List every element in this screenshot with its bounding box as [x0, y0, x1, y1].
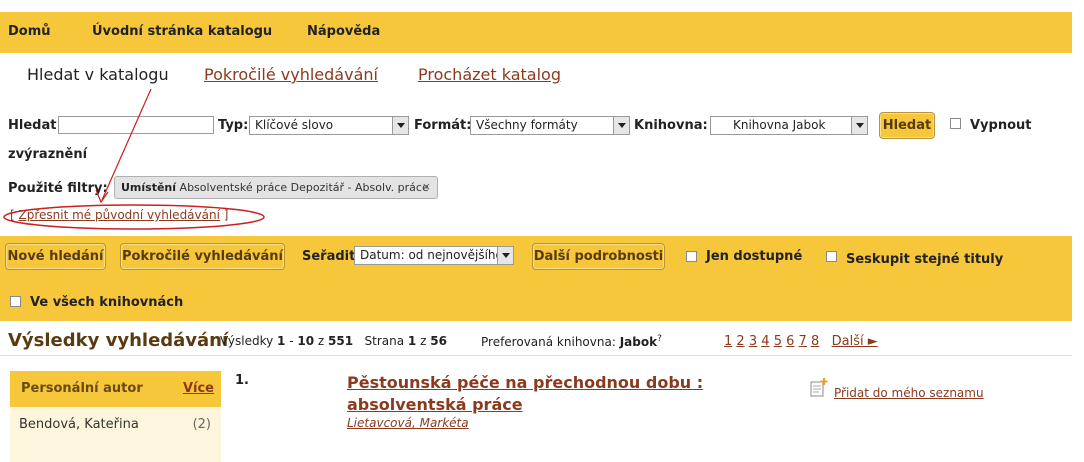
- facet-title: Personální autor: [21, 381, 143, 396]
- only-available-checkbox[interactable]: [686, 251, 697, 262]
- results-to: 10: [297, 334, 315, 348]
- record-number: 1.: [235, 373, 249, 388]
- results-total: 551: [328, 334, 354, 348]
- results-separator: [0, 355, 1072, 356]
- preferred-library: Preferovaná knihovna: Jabok?: [481, 334, 662, 349]
- record-title-line2[interactable]: absolventská práce: [347, 395, 523, 414]
- add-to-list-link[interactable]: Přidat do mého seznamu: [834, 386, 984, 400]
- sort-label: Seřadit: [302, 249, 356, 264]
- all-libraries-label: Ve všech knihovnách: [30, 295, 184, 310]
- facet-item-name[interactable]: Bendová, Kateřina: [19, 417, 139, 432]
- annotation-arrow-line: [101, 88, 152, 201]
- page-link-7[interactable]: 7: [799, 334, 807, 349]
- more-details-button[interactable]: Další podrobnosti: [532, 243, 665, 270]
- page-total: 56: [430, 334, 447, 348]
- help-icon[interactable]: ?: [657, 334, 662, 344]
- facet-item-count: (2): [192, 417, 211, 432]
- page-link-8[interactable]: 8: [811, 334, 819, 349]
- record-title-line1[interactable]: Pěstounská péče na přechodnou dobu :: [347, 373, 703, 392]
- results-of: z: [314, 334, 328, 348]
- new-search-button[interactable]: Nové hledání: [5, 243, 106, 270]
- chevron-down-icon: [497, 247, 513, 264]
- group-titles-label: Seskupit stejné tituly: [846, 252, 1004, 267]
- results-label: Výsledky: [220, 334, 274, 348]
- annotation-ellipse: [3, 204, 265, 230]
- results-heading: Výsledky vyhledávání: [8, 330, 229, 351]
- preferred-library-value: Jabok: [619, 335, 658, 349]
- facet-more-link[interactable]: Více: [183, 381, 214, 396]
- page-link-2[interactable]: 2: [736, 334, 744, 349]
- next-page-link[interactable]: Další ►: [832, 334, 878, 349]
- results-dash: -: [285, 334, 298, 348]
- group-titles-checkbox[interactable]: [826, 251, 837, 262]
- results-summary: Výsledky 1 - 10 z 551 Strana 1 z 56: [220, 334, 447, 348]
- add-to-list-icon: [810, 378, 828, 397]
- facet-list: Bendová, Kateřina (2): [10, 407, 221, 462]
- record-author-link[interactable]: Lietavcová, Markéta: [347, 416, 469, 430]
- sort-select-value: Datum: od nejnovějšího: [360, 248, 503, 262]
- only-available-label: Jen dostupné: [706, 249, 803, 264]
- page-link-6[interactable]: 6: [786, 334, 794, 349]
- page-label: Strana: [364, 334, 405, 348]
- advanced-search-button[interactable]: Pokročilé vyhledávání: [120, 243, 285, 270]
- page-link-5[interactable]: 5: [774, 334, 782, 349]
- all-libraries-checkbox[interactable]: [10, 296, 21, 307]
- sort-select[interactable]: Datum: od nejnovějšího: [354, 246, 514, 265]
- page-of: z: [416, 334, 431, 348]
- page-link-1[interactable]: 1: [724, 334, 732, 349]
- preferred-library-label: Preferovaná knihovna:: [481, 335, 616, 349]
- page-link-4[interactable]: 4: [761, 334, 769, 349]
- pagination: 1 2 3 4 5 6 7 8 Další ►: [724, 334, 878, 349]
- page-link-3[interactable]: 3: [749, 334, 757, 349]
